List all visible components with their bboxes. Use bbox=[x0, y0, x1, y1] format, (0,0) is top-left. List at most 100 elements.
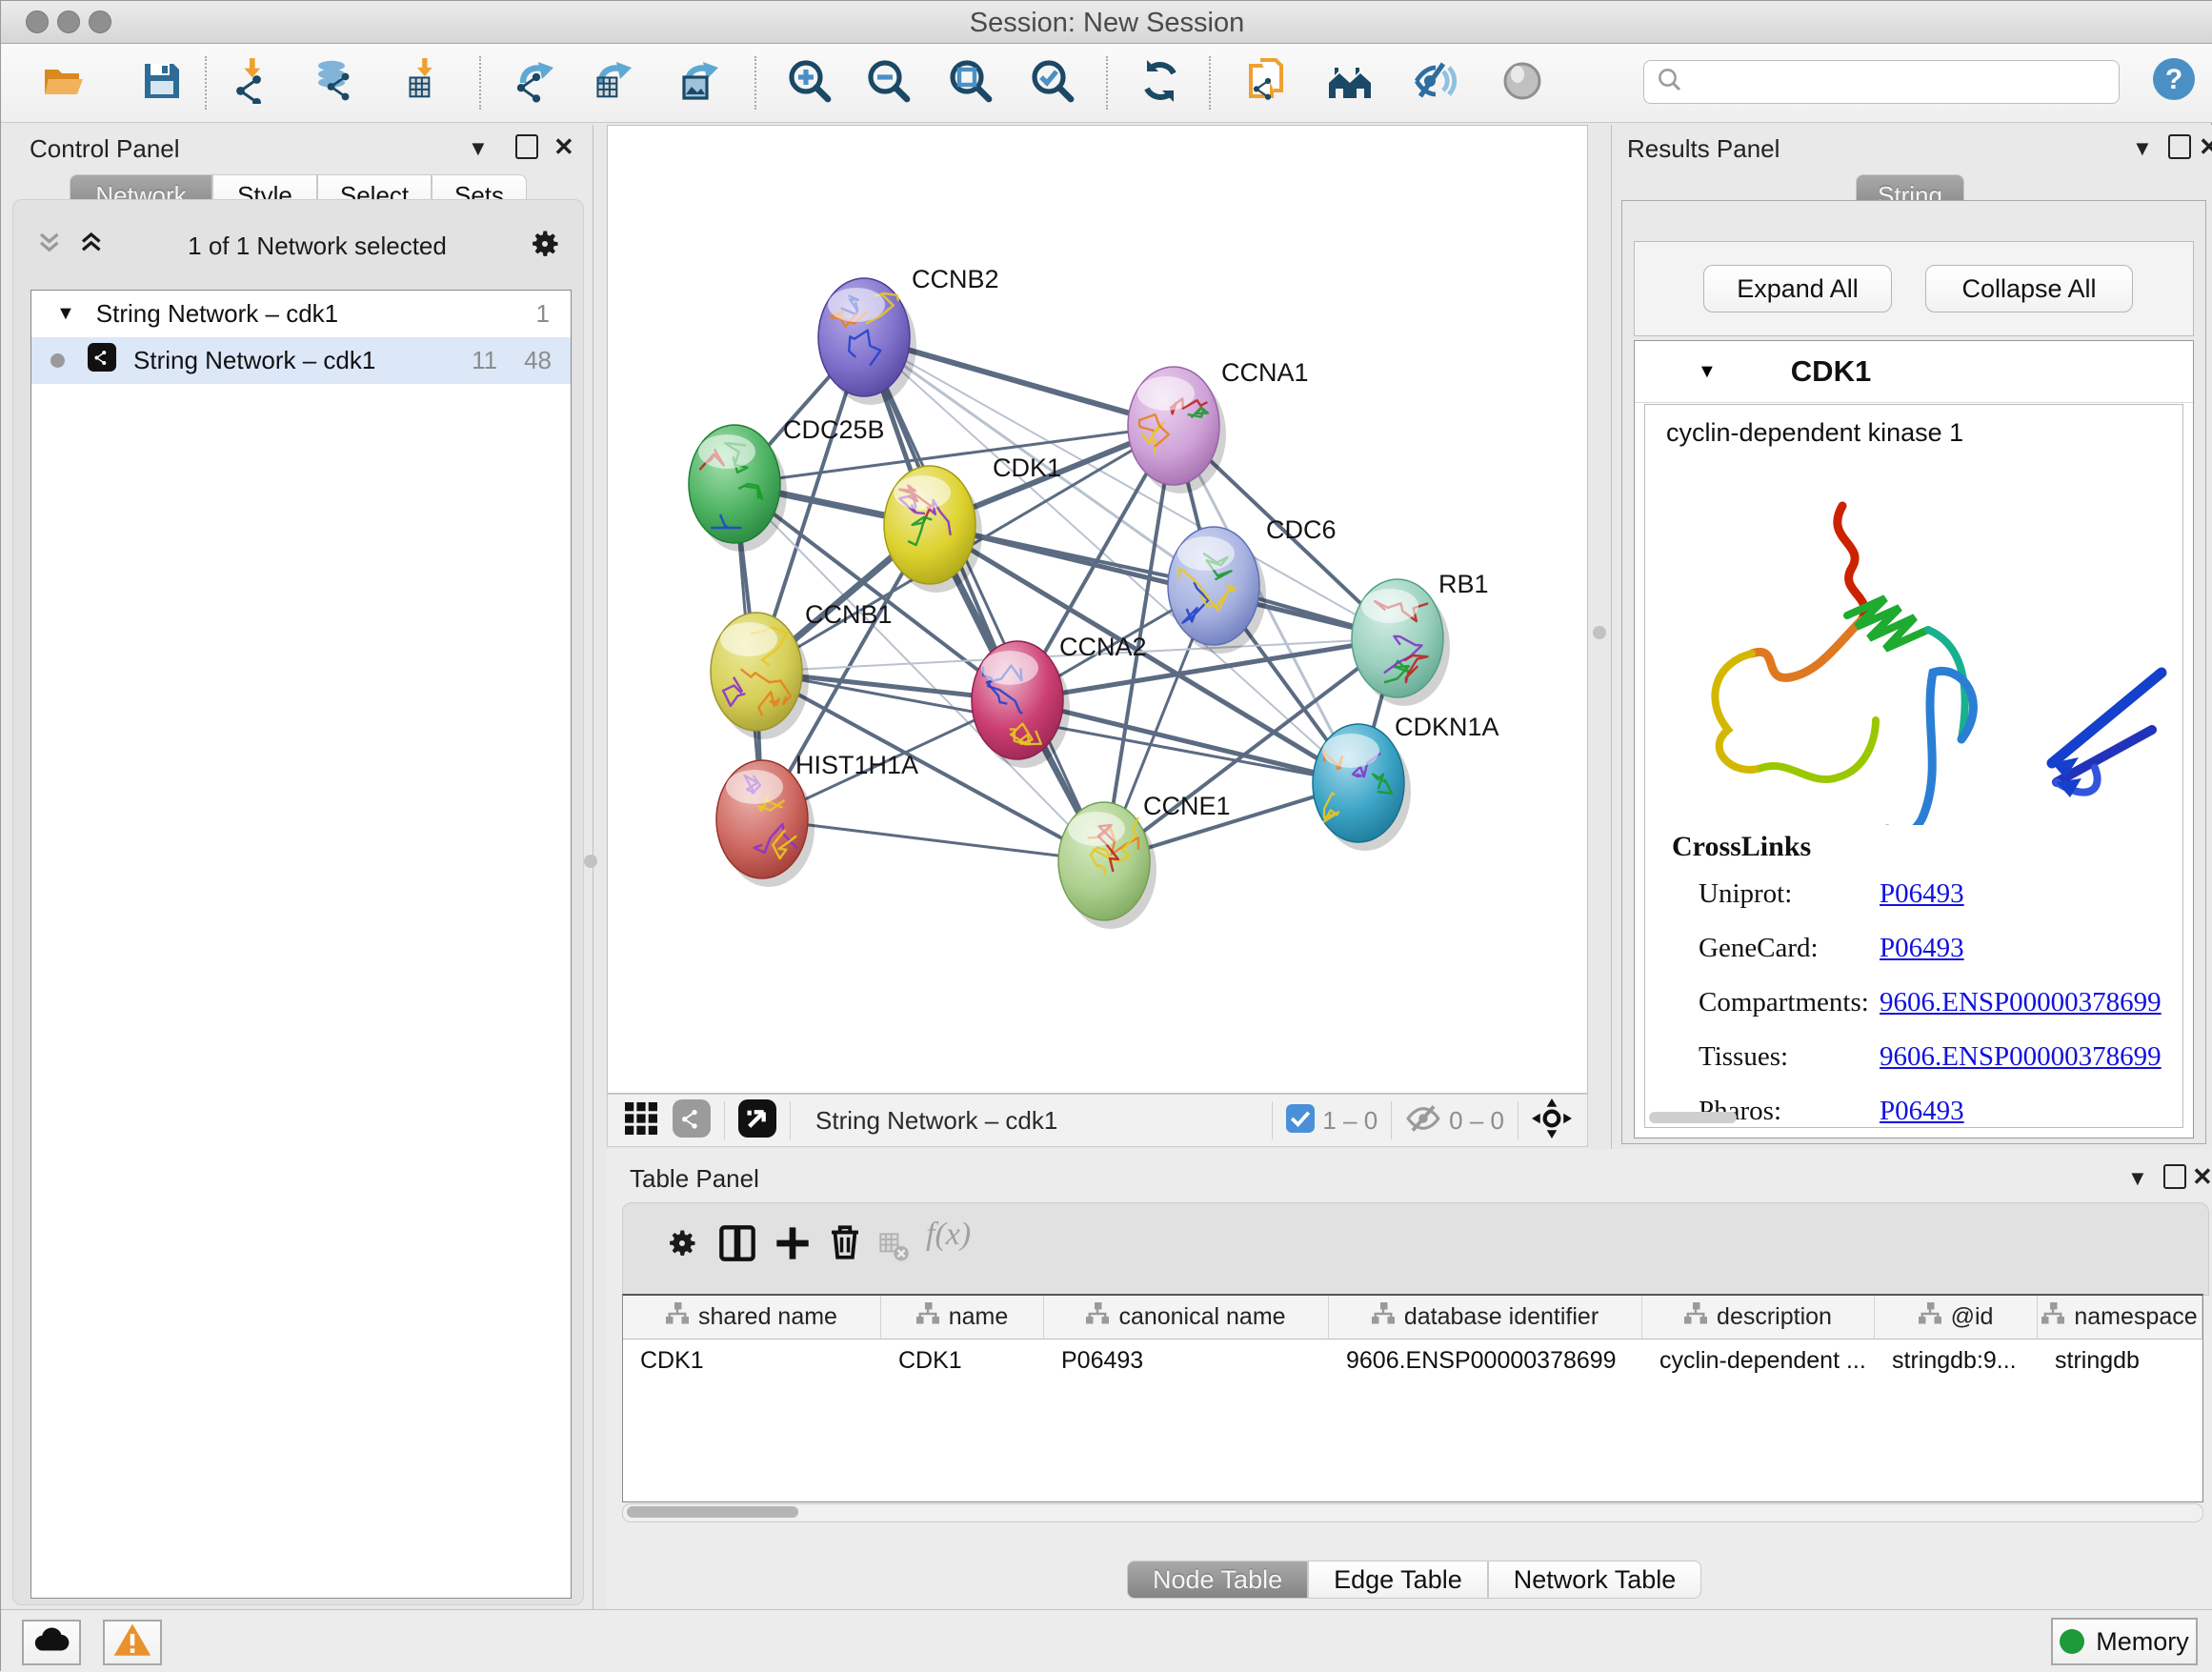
save-session-button[interactable] bbox=[135, 56, 189, 110]
section-collapse-icon[interactable]: ▼ bbox=[1698, 361, 1717, 383]
tree-expand-icon[interactable]: ▼ bbox=[56, 303, 75, 325]
node-cdk1[interactable] bbox=[884, 466, 982, 593]
string-document-button[interactable] bbox=[1241, 56, 1295, 110]
delete-column-icon[interactable] bbox=[825, 1222, 865, 1267]
control-panel-collapse-icon[interactable]: ▼ bbox=[468, 136, 489, 161]
control-panel: Control Panel ▼ ✕ NetworkStyleSelectSets… bbox=[1, 125, 593, 1609]
node-cdkn1a[interactable] bbox=[1313, 724, 1411, 851]
network-selection-status: 1 of 1 Network selected bbox=[107, 232, 528, 261]
fit-selected-crosshair-icon[interactable] bbox=[1532, 1098, 1572, 1143]
node-ccne1[interactable] bbox=[1058, 802, 1156, 929]
node-label-ccna1: CCNA1 bbox=[1221, 358, 1309, 387]
table-cell[interactable]: CDK1 bbox=[881, 1340, 1044, 1381]
table-hscrollbar-thumb[interactable] bbox=[627, 1506, 798, 1518]
table-panel-float-icon[interactable] bbox=[2163, 1164, 2186, 1189]
node-ccna1[interactable] bbox=[1128, 367, 1226, 494]
table-cell[interactable]: stringdb:9... bbox=[1875, 1340, 2038, 1381]
column-type-icon bbox=[1684, 1302, 1707, 1332]
search-field[interactable] bbox=[1643, 60, 2120, 104]
control-panel-close-icon[interactable]: ✕ bbox=[553, 134, 574, 159]
birds-eye-view-icon[interactable] bbox=[625, 1102, 657, 1139]
results-panel-float-icon[interactable] bbox=[2168, 134, 2191, 159]
table-options-gear-icon[interactable] bbox=[665, 1226, 699, 1265]
network-row-selected[interactable]: String Network – cdk1 11 48 bbox=[31, 337, 571, 384]
toolbar-separator bbox=[1209, 56, 1211, 110]
table-cell[interactable]: 9606.ENSP00000378699 bbox=[1329, 1340, 1642, 1381]
table-cell[interactable]: CDK1 bbox=[623, 1340, 881, 1381]
network-collection-row[interactable]: ▼ String Network – cdk1 1 bbox=[31, 291, 571, 337]
results-panel-close-icon[interactable]: ✕ bbox=[2199, 134, 2212, 159]
table-cell[interactable]: P06493 bbox=[1044, 1340, 1329, 1381]
crosslink-link[interactable]: 9606.ENSP00000378699 bbox=[1880, 987, 2162, 1018]
column-header-description[interactable]: description bbox=[1642, 1296, 1875, 1340]
hide-unhide-button[interactable] bbox=[1409, 56, 1462, 110]
crosslink-link[interactable]: P06493 bbox=[1880, 1096, 1964, 1127]
node-label-ccna2: CCNA2 bbox=[1059, 633, 1147, 661]
export-image-button[interactable] bbox=[673, 56, 726, 110]
show-columns-icon[interactable] bbox=[718, 1224, 756, 1267]
table-panel-close-icon[interactable]: ✕ bbox=[2192, 1164, 2212, 1189]
column-header--id[interactable]: @id bbox=[1875, 1296, 2038, 1340]
node-ccna2[interactable] bbox=[972, 641, 1070, 768]
zoom-in-button[interactable] bbox=[783, 56, 836, 110]
warnings-button[interactable] bbox=[103, 1620, 162, 1665]
node-ccnb2[interactable] bbox=[818, 278, 916, 405]
table-cell[interactable]: stringdb bbox=[2038, 1340, 2202, 1381]
expand-all-button[interactable]: Expand All bbox=[1703, 265, 1892, 312]
edge-ccnb2-ccne1[interactable] bbox=[864, 337, 1104, 861]
import-table-button[interactable] bbox=[396, 56, 450, 110]
collapse-all-networks-icon[interactable] bbox=[36, 230, 65, 263]
left-splitter-handle[interactable] bbox=[584, 855, 597, 868]
tab-node-table[interactable]: Node Table bbox=[1127, 1561, 1308, 1599]
zoom-in-icon bbox=[787, 58, 833, 109]
update-button[interactable] bbox=[1134, 56, 1187, 110]
open-session-button[interactable] bbox=[37, 56, 90, 110]
network-options-gear-icon[interactable] bbox=[528, 227, 562, 266]
crosslink-link[interactable]: P06493 bbox=[1880, 878, 1964, 910]
open-in-new-window-icon[interactable] bbox=[738, 1099, 776, 1142]
tab-edge-table[interactable]: Edge Table bbox=[1308, 1561, 1488, 1599]
crosslink-link[interactable]: P06493 bbox=[1880, 933, 1964, 964]
string-home-button[interactable] bbox=[1323, 56, 1377, 110]
network-canvas[interactable]: CCNB2CCNA1CDC25BCDK1CDC6RB1CCNB1CCNA2CDK… bbox=[607, 125, 1588, 1094]
node-rb1[interactable] bbox=[1352, 579, 1450, 706]
selected-checkbox-icon[interactable] bbox=[1286, 1104, 1315, 1138]
node-table[interactable]: shared namenamecanonical namedatabase id… bbox=[622, 1294, 2203, 1502]
expand-all-networks-icon[interactable] bbox=[78, 230, 107, 263]
node-ccnb1[interactable] bbox=[711, 613, 809, 739]
import-network-database-button[interactable] bbox=[307, 56, 360, 110]
cloud-button[interactable] bbox=[22, 1620, 81, 1665]
export-network-button[interactable] bbox=[508, 56, 561, 110]
hidden-eye-slash-icon[interactable] bbox=[1405, 1100, 1441, 1141]
sphere-button[interactable] bbox=[1496, 56, 1549, 110]
zoom-fit-button[interactable] bbox=[944, 56, 997, 110]
column-header-namespace[interactable]: namespace bbox=[2038, 1296, 2202, 1340]
collapse-all-button[interactable]: Collapse All bbox=[1925, 265, 2133, 312]
column-header-canonical-name[interactable]: canonical name bbox=[1044, 1296, 1329, 1340]
export-table-button[interactable] bbox=[586, 56, 639, 110]
add-column-icon[interactable] bbox=[774, 1224, 812, 1267]
node-cdc6[interactable] bbox=[1168, 527, 1266, 654]
tab-network-table[interactable]: Network Table bbox=[1488, 1561, 1702, 1599]
results-panel-collapse-icon[interactable]: ▼ bbox=[2132, 136, 2153, 161]
crosslink-label: Compartments: bbox=[1699, 987, 1880, 1018]
right-splitter-handle[interactable] bbox=[1593, 626, 1606, 639]
help-button[interactable]: ? bbox=[2151, 56, 2197, 107]
control-panel-float-icon[interactable] bbox=[515, 134, 538, 159]
table-panel-collapse-icon[interactable]: ▼ bbox=[2127, 1166, 2148, 1191]
network-share-icon[interactable] bbox=[673, 1099, 711, 1142]
network-graph[interactable]: CCNB2CCNA1CDC25BCDK1CDC6RB1CCNB1CCNA2CDK… bbox=[608, 126, 1587, 1093]
zoom-selected-button[interactable] bbox=[1026, 56, 1079, 110]
crosslink-link[interactable]: 9606.ENSP00000378699 bbox=[1880, 1041, 2162, 1073]
column-type-icon bbox=[666, 1302, 689, 1332]
column-header-shared-name[interactable]: shared name bbox=[623, 1296, 881, 1340]
cdk1-section-header[interactable]: ▼ CDK1 bbox=[1635, 341, 2193, 403]
column-header-database-identifier[interactable]: database identifier bbox=[1329, 1296, 1642, 1340]
memory-button[interactable]: Memory bbox=[2051, 1618, 2198, 1665]
table-cell[interactable]: cyclin-dependent ... bbox=[1642, 1340, 1875, 1381]
import-network-file-button[interactable] bbox=[225, 56, 278, 110]
results-hscrollbar[interactable] bbox=[1649, 1112, 1737, 1123]
zoom-out-button[interactable] bbox=[862, 56, 915, 110]
table-hscrollbar[interactable] bbox=[622, 1503, 2203, 1522]
column-header-name[interactable]: name bbox=[881, 1296, 1044, 1340]
